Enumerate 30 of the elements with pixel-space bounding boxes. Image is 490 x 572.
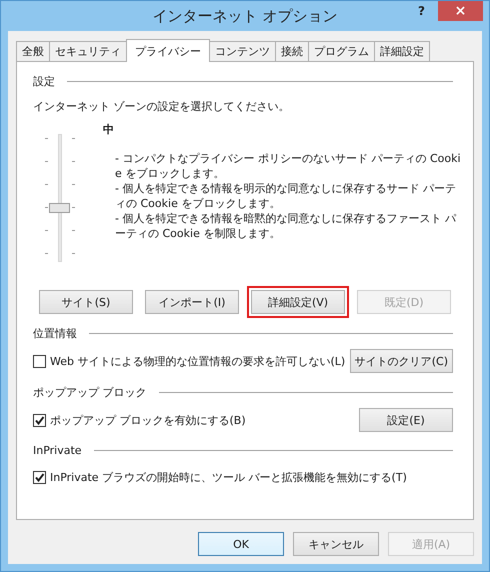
tab[interactable]: 全般 [16,41,50,61]
group-heading: ポップアップ ブロック [33,385,146,400]
description-text: - 個人を特定できる情報を明示的な同意なしに保存するサード パーティの Cookie をブロックします。 [115,181,457,211]
group-heading: 位置情報 [33,326,77,341]
description-text: - コンパクトなプライバシー ポリシーのないサード パーティの Cookie をブロックします。 [115,151,462,181]
checkbox-label: Web サイトによる物理的な位置情報の要求を許可しない(L) [50,354,346,368]
close-button[interactable]: × [438,1,483,21]
help-button[interactable]: ? [414,4,429,18]
checkbox-label: ポップアップ ブロックを有効にする(B) [50,412,246,428]
group-heading: InPrivate [33,444,82,457]
checkbox[interactable] [33,470,46,484]
dialog-button[interactable]: インポート(I) [145,290,239,314]
tab[interactable]: 詳細設定 [374,41,430,61]
dialog-button[interactable]: 設定(E) [359,408,453,432]
slider-thumb[interactable] [49,203,70,213]
tab[interactable]: プライバシー [126,39,210,62]
checkbox-label: InPrivate ブラウズの開始時に、ツール バーと拡張機能を無効にする(T) [50,470,407,484]
dialog-button[interactable]: 詳細設定(V) [251,290,345,314]
checkbox[interactable] [33,414,46,426]
checkbox[interactable] [33,354,46,368]
privacy-slider[interactable] [45,134,75,264]
dialog-button[interactable]: サイト(S) [39,290,133,314]
dialog-button[interactable]: OK [198,532,284,556]
group-heading: 設定 [33,74,55,89]
instruction-text: インターネット ゾーンの設定を選択してください。 [33,99,290,114]
description-text: - 個人を特定できる情報を暗黙的な同意なしに保存するファースト パーティの Cookie を制限します。 [115,211,458,241]
window-title: インターネット オプション [152,7,338,26]
level-name: 中 [103,122,115,137]
dialog-button[interactable]: サイトのクリア(C) [350,349,453,373]
dialog-button[interactable]: キャンセル [293,532,379,556]
